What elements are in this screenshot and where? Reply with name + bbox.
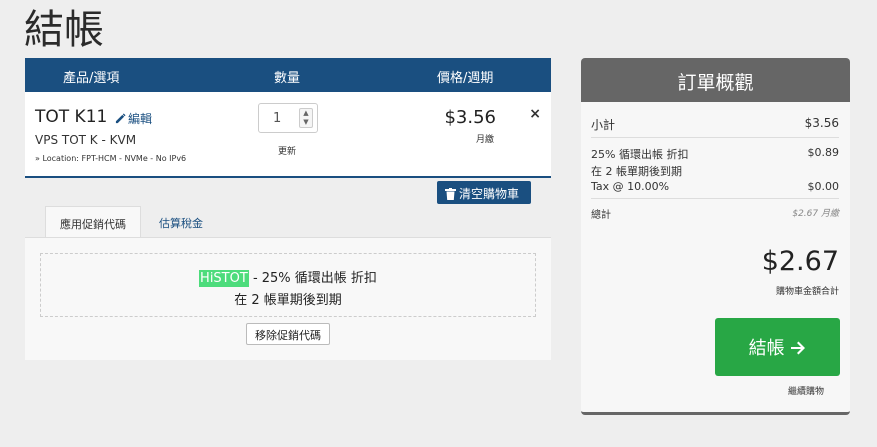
billing-cycle: 月繳 xyxy=(475,135,494,145)
divider xyxy=(591,198,839,199)
cart-item-row: TOT K11 編輯 VPS TOT K - KVM » Location: F… xyxy=(25,92,551,178)
recurring-total-label: 總計 xyxy=(591,210,611,221)
promo-expiry: 在 2 帳單期後到期 xyxy=(234,293,342,308)
item-name: TOT K11 xyxy=(35,107,108,127)
checkout-button[interactable]: 結帳 xyxy=(715,318,840,376)
empty-cart-label: 清空購物車 xyxy=(459,187,520,201)
qty-column-header: 數量 xyxy=(274,71,301,86)
page-title: 結帳 xyxy=(24,7,104,53)
quantity-stepper[interactable]: ▲ ▼ xyxy=(299,108,313,128)
discount-row: 25% 循環出帳 折扣 $0.89 xyxy=(591,146,839,162)
item-group: VPS TOT K - KVM xyxy=(35,133,137,147)
remove-item-button[interactable]: × xyxy=(529,106,541,122)
divider xyxy=(591,137,839,138)
tab-apply-promo[interactable]: 應用促銷代碼 xyxy=(45,206,141,238)
subtotal-row: 小計 $3.56 xyxy=(591,116,839,133)
subtotal-value: $3.56 xyxy=(804,116,839,130)
recurring-total-value: $2.67 月繳 xyxy=(792,209,839,219)
tax-value: $0.00 xyxy=(807,180,840,193)
discount-note-row: 在 2 帳單期後到期 xyxy=(591,163,839,179)
tax-label: Tax @ 10.00% xyxy=(591,180,670,193)
tab-estimate-tax[interactable]: 估算稅金 xyxy=(143,206,219,238)
discount-note: 在 2 帳單期後到期 xyxy=(591,165,682,178)
discount-value: $0.89 xyxy=(807,146,840,159)
edit-link[interactable]: 編輯 xyxy=(115,110,152,127)
update-button[interactable]: 更新 xyxy=(278,144,296,157)
promo-code: HiSTOT xyxy=(199,270,249,287)
quantity-value: 1 xyxy=(273,111,282,126)
price-column-header: 價格/週期 xyxy=(437,71,494,86)
total-amount: $2.67 xyxy=(761,246,839,277)
product-column-header: 產品/選項 xyxy=(63,71,120,86)
edit-label: 編輯 xyxy=(128,112,153,126)
recurring-total-row: 總計 $2.67 月繳 xyxy=(591,206,839,221)
checkout-label: 結帳 xyxy=(748,338,785,359)
item-price: $3.56 xyxy=(444,107,496,128)
arrow-right-icon xyxy=(791,341,806,355)
tax-row: Tax @ 10.00% $0.00 xyxy=(591,180,839,193)
total-label: 購物車金額合計 xyxy=(775,287,839,297)
empty-cart-button[interactable]: 清空購物車 xyxy=(437,181,531,204)
order-summary: 訂單概觀 小計 $3.56 25% 循環出帳 折扣 $0.89 在 2 帳單期後… xyxy=(581,58,850,415)
promo-panel: HiSTOT - 25% 循環出帳 折扣 在 2 帳單期後到期 移除促銷代碼 xyxy=(25,237,551,360)
discount-label: 25% 循環出帳 折扣 xyxy=(591,148,689,161)
pencil-icon xyxy=(115,113,126,124)
subtotal-label: 小計 xyxy=(591,118,616,132)
trash-icon xyxy=(445,188,456,200)
item-options: » Location: FPT-HCM - NVMe - No IPv6 xyxy=(35,154,187,163)
promo-description-text: - 25% 循環出帳 折扣 xyxy=(248,271,377,286)
remove-promo-button[interactable]: 移除促銷代碼 xyxy=(246,323,330,345)
order-summary-title: 訂單概觀 xyxy=(581,58,850,102)
continue-shopping-link[interactable]: 繼續購物 xyxy=(788,384,824,397)
promo-description: HiSTOT - 25% 循環出帳 折扣 xyxy=(41,267,535,287)
promo-applied-box: HiSTOT - 25% 循環出帳 折扣 在 2 帳單期後到期 xyxy=(40,253,536,317)
quantity-input[interactable]: 1 ▲ ▼ xyxy=(258,103,318,133)
cart-table-header: 產品/選項 數量 價格/週期 xyxy=(25,58,551,92)
